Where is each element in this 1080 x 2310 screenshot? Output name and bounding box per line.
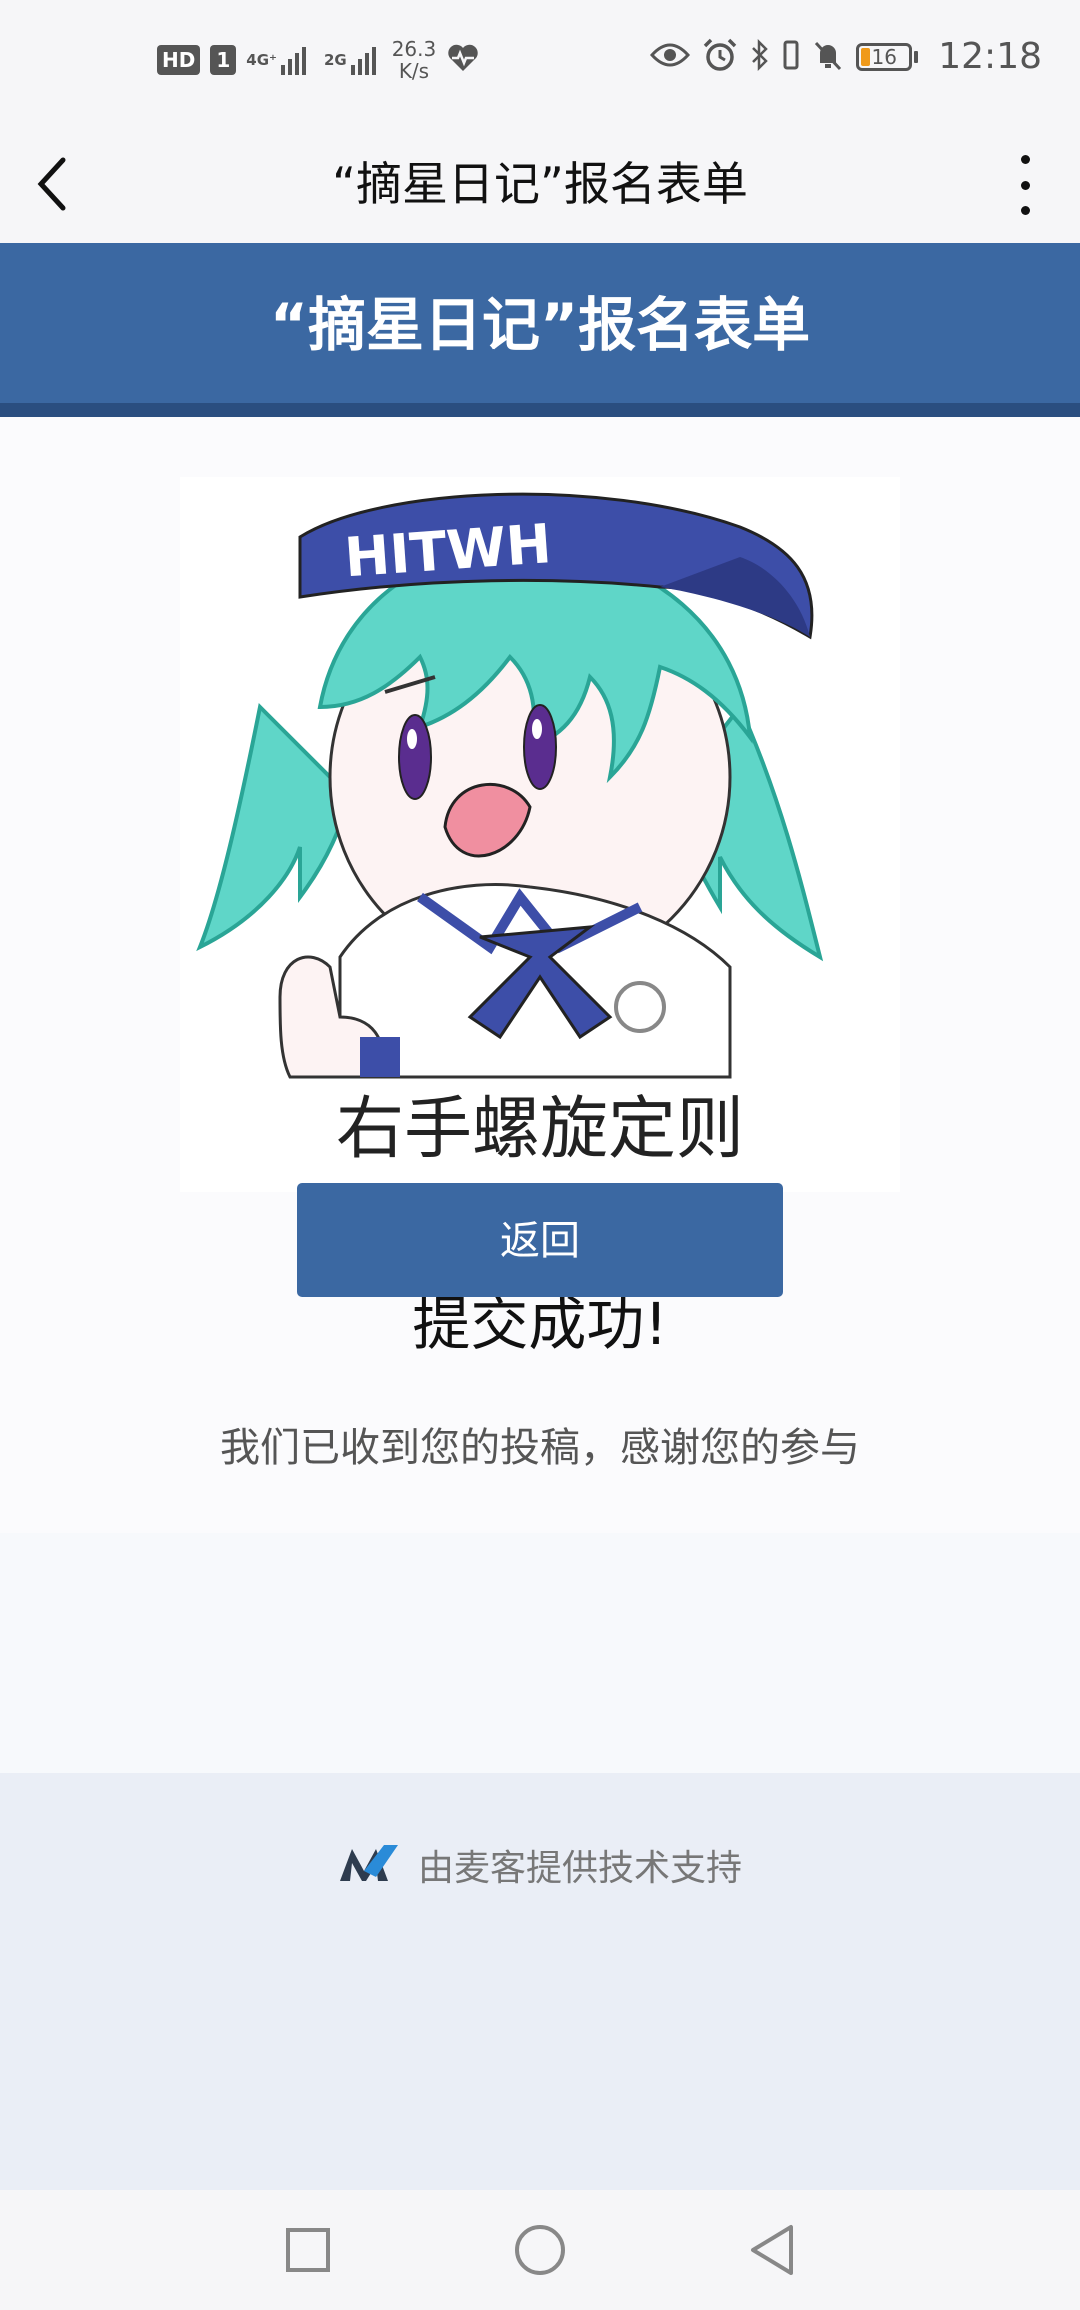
header-divider bbox=[0, 403, 1080, 417]
eye-icon bbox=[650, 41, 691, 73]
button-area bbox=[0, 1533, 1080, 1773]
success-message: 我们已收到您的投稿，感谢您的参与 bbox=[220, 1425, 860, 1471]
speed-unit: K/s bbox=[398, 59, 430, 83]
back-button[interactable] bbox=[18, 145, 88, 223]
sim-number: 1 bbox=[210, 45, 237, 75]
vibrate-icon bbox=[782, 40, 800, 74]
clock: 12:18 bbox=[938, 36, 1042, 77]
square-icon bbox=[286, 2228, 330, 2272]
mascot-illustration: HITWH 右手螺旋定则 bbox=[180, 477, 900, 1192]
triangle-back-icon bbox=[751, 2225, 793, 2275]
result-card: HITWH 右手螺旋定则 提交成功! 我们已收到您的投稿，感谢您的参与 bbox=[0, 417, 1080, 1773]
alarm-icon bbox=[702, 38, 738, 76]
illustration-caption: 右手螺旋定则 bbox=[336, 1090, 744, 1169]
network-label-1: 4G⁺ bbox=[246, 51, 277, 69]
network-label-2: 2G bbox=[323, 51, 347, 69]
system-back-button[interactable] bbox=[742, 2220, 802, 2280]
status-bar: HD 1 4G⁺ 2G 26.3 K/s 16 12:18 bbox=[0, 0, 1080, 125]
footer-text[interactable]: 由麦客提供技术支持 bbox=[418, 1839, 742, 1891]
nav-bar: “摘星日记”报名表单 bbox=[0, 125, 1080, 243]
more-options-button[interactable] bbox=[1010, 155, 1040, 215]
battery-icon: 16 bbox=[856, 42, 919, 71]
signal-icon bbox=[280, 45, 306, 75]
circle-icon bbox=[515, 2225, 565, 2275]
status-right: 16 12:18 bbox=[650, 36, 1042, 77]
hd-badge: HD bbox=[157, 45, 201, 75]
mute-bell-icon bbox=[812, 39, 844, 75]
page-title: “摘星日记”报名表单 bbox=[332, 157, 748, 211]
recents-button[interactable] bbox=[278, 2220, 338, 2280]
heart-rate-icon bbox=[446, 43, 480, 77]
maike-logo-icon[interactable] bbox=[338, 1843, 400, 1887]
battery-level: 16 bbox=[871, 44, 897, 69]
system-nav-bar bbox=[0, 2190, 1080, 2310]
form-header-title: “摘星日记”报名表单 bbox=[0, 243, 1080, 403]
speed-value: 26.3 bbox=[391, 37, 437, 61]
status-left: HD 1 4G⁺ 2G 26.3 K/s bbox=[157, 38, 480, 82]
return-button[interactable]: 返回 bbox=[297, 1183, 783, 1297]
network-speed: 26.3 K/s bbox=[392, 38, 437, 82]
footer: 由麦客提供技术支持 bbox=[0, 1835, 1080, 1895]
chevron-left-icon bbox=[37, 157, 66, 211]
home-button[interactable] bbox=[510, 2220, 570, 2280]
signal-icon-2 bbox=[350, 45, 376, 75]
bluetooth-icon bbox=[750, 38, 770, 75]
more-vertical-icon bbox=[1020, 155, 1030, 164]
